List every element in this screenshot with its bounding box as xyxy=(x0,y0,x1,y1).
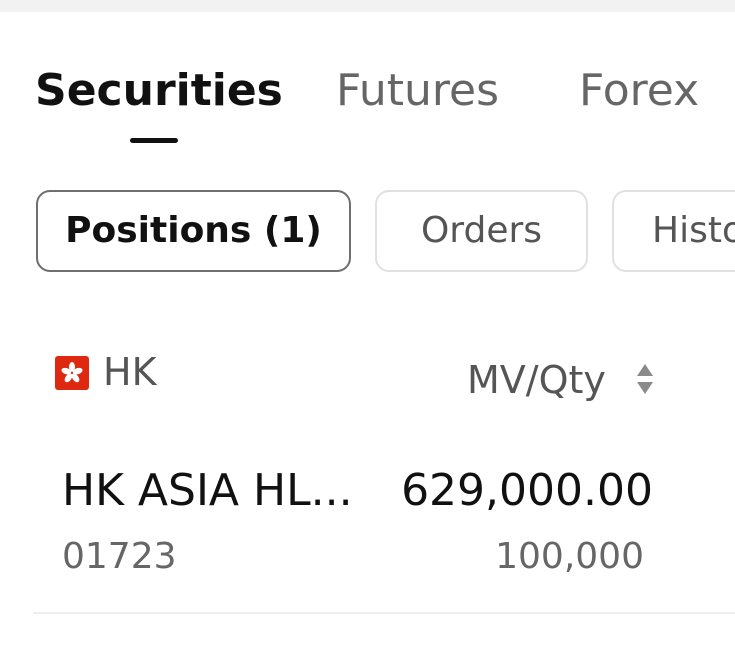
tab-futures[interactable]: Futures xyxy=(336,65,499,117)
position-quantity: 100,000 xyxy=(495,536,644,577)
subtab-positions[interactable]: Positions (1) xyxy=(36,190,351,272)
position-row[interactable]: HK ASIA HL... 01723 629,000.00 100,000 xyxy=(0,455,735,615)
position-market-value: 629,000.00 xyxy=(401,465,653,516)
asset-class-tabs: Securities Futures Forex xyxy=(0,55,735,155)
row-divider xyxy=(33,612,735,614)
mv-qty-column-header[interactable]: MV/Qty xyxy=(467,358,606,402)
sort-updown-icon[interactable] xyxy=(636,362,654,396)
active-tab-indicator xyxy=(130,138,178,143)
position-code: 01723 xyxy=(62,536,177,577)
subtab-orders[interactable]: Orders xyxy=(375,190,588,272)
hong-kong-flag-icon xyxy=(55,356,89,390)
view-subtabs: Positions (1) Orders Histo xyxy=(0,188,735,278)
subtab-history[interactable]: Histo xyxy=(612,190,735,272)
market-header: HK MV/Qty xyxy=(0,350,735,410)
top-strip xyxy=(0,0,735,12)
tab-securities[interactable]: Securities xyxy=(35,65,283,117)
position-name: HK ASIA HL... xyxy=(62,465,353,516)
market-label: HK xyxy=(103,350,157,394)
tab-forex[interactable]: Forex xyxy=(579,65,699,117)
